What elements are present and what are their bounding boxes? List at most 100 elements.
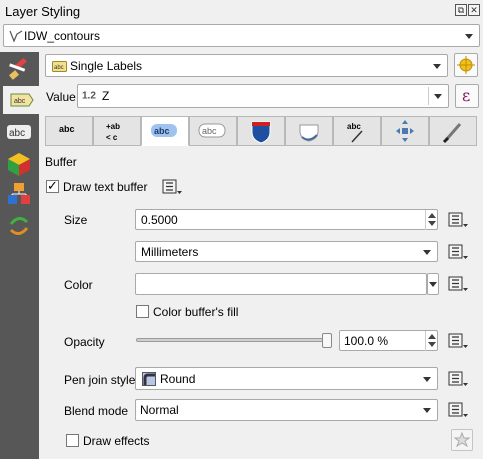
sidebar-item-masks[interactable]: abc [5, 118, 33, 146]
sidebar-item-history[interactable] [5, 212, 33, 240]
svg-text:abc: abc [14, 98, 26, 105]
effects-star-icon [453, 431, 471, 448]
blend-mode-data-defined-button[interactable] [446, 400, 470, 420]
tab-callouts[interactable]: abc [333, 116, 381, 146]
history-arrows-icon [9, 217, 29, 235]
tab-placement[interactable] [381, 116, 429, 146]
pen-join-label: Pen join style [64, 373, 136, 387]
size-data-defined-button[interactable] [446, 210, 470, 230]
chevron-down-icon [433, 63, 441, 69]
units-select[interactable]: Millimeters [135, 241, 438, 262]
panel-title: Layer Styling [5, 4, 81, 19]
color-data-defined-button[interactable] [446, 274, 470, 294]
sidebar-item-labels[interactable]: abc [3, 86, 39, 114]
opacity-spinner[interactable] [425, 331, 437, 351]
svg-text:abc: abc [54, 65, 64, 71]
units-data-defined-button[interactable] [446, 242, 470, 262]
chevron-down-icon [434, 94, 442, 99]
tab-mask[interactable]: abc [189, 116, 237, 146]
data-defined-override-icon [448, 333, 468, 348]
tab-background[interactable] [237, 116, 285, 146]
mask-label-icon: abc [7, 125, 31, 139]
sidebar-item-3d-view[interactable] [5, 150, 33, 178]
label-settings-tabs: abc +ab < c abc abc abc [45, 116, 477, 146]
size-input[interactable]: 0.5000 [135, 209, 438, 230]
data-defined-override-icon [448, 371, 468, 386]
blend-mode-select[interactable]: Normal [135, 399, 438, 421]
color-label: Color [64, 278, 93, 292]
line-layer-icon [9, 30, 23, 43]
pen-join-select[interactable]: Round [135, 367, 438, 390]
panel-titlebar: Layer Styling ⧉ ✕ [0, 0, 483, 22]
draw-text-buffer-checkbox[interactable]: ✓ [46, 178, 59, 193]
shadow-icon [299, 124, 319, 142]
layer-select[interactable]: IDW_contours [3, 24, 480, 47]
sidebar-item-symbology[interactable] [5, 56, 33, 84]
paintbrush-icon [9, 57, 27, 80]
float-panel-icon[interactable]: ⧉ [455, 4, 467, 16]
rule-based-button[interactable] [454, 53, 478, 77]
blend-mode-value: Normal [140, 403, 179, 417]
svg-text:< c: < c [106, 133, 118, 142]
draw-effects-checkbox[interactable] [66, 434, 79, 447]
cube-3d-icon [8, 153, 30, 176]
data-defined-override-icon [448, 402, 468, 417]
size-spinner[interactable] [425, 210, 437, 230]
mask-icon: abc [198, 123, 226, 138]
text-icon: abc [59, 124, 75, 134]
settings-star-icon [457, 56, 475, 74]
customize-effects-button[interactable] [451, 429, 473, 451]
spin-down-icon [428, 221, 436, 226]
spin-up-icon [428, 213, 436, 218]
color-menu-button[interactable] [427, 273, 439, 295]
value-field: Z [102, 89, 110, 103]
tab-text[interactable]: abc [45, 116, 93, 146]
renderer-select[interactable]: abc Single Labels [45, 54, 448, 77]
size-value: 0.5000 [141, 212, 178, 227]
close-panel-icon[interactable]: ✕ [468, 4, 480, 16]
opacity-slider-handle[interactable] [322, 333, 332, 348]
sidebar-item-diagrams[interactable] [5, 180, 33, 208]
highway-shield-icon [251, 121, 271, 144]
chevron-down-icon [423, 376, 431, 382]
svg-text:abc: abc [347, 122, 361, 131]
svg-text:+ab: +ab [106, 122, 120, 131]
divider [428, 87, 429, 105]
data-defined-override-icon [448, 276, 468, 291]
spin-up-icon [428, 334, 436, 339]
value-field-select[interactable]: 1.2 Z [77, 84, 449, 108]
checkmark-icon: ✓ [47, 178, 58, 193]
tab-buffer[interactable]: abc [141, 116, 189, 146]
data-defined-override-icon [162, 179, 182, 194]
opacity-slider[interactable] [136, 338, 332, 342]
draw-text-buffer-label: Draw text buffer [63, 180, 148, 194]
buffer-data-defined-button[interactable] [160, 177, 184, 197]
label-tag-icon: abc [10, 93, 34, 107]
units-value: Millimeters [141, 244, 199, 259]
numeric-type-badge: 1.2 [82, 90, 96, 102]
data-defined-override-icon [448, 212, 468, 227]
opacity-input[interactable]: 100.0 % [339, 330, 438, 351]
style-sidebar: abc abc [0, 52, 39, 459]
epsilon-icon: ε [462, 86, 471, 105]
expression-button[interactable]: ε [455, 84, 479, 108]
section-title: Buffer [45, 155, 77, 169]
layer-name: IDW_contours [24, 28, 101, 43]
color-buffer-fill-checkbox[interactable] [136, 305, 149, 318]
tab-rendering[interactable] [429, 116, 477, 146]
draw-effects-label: Draw effects [83, 434, 150, 448]
renderer-value: Single Labels [70, 58, 143, 73]
label-tag-icon: abc [52, 61, 67, 72]
chevron-down-icon [465, 33, 473, 39]
pen-join-data-defined-button[interactable] [446, 369, 470, 389]
paint-brush-icon [442, 123, 462, 144]
tab-shadow[interactable] [285, 116, 333, 146]
data-defined-override-icon [448, 244, 468, 259]
chevron-down-icon [429, 282, 437, 287]
color-button[interactable] [135, 273, 427, 295]
opacity-data-defined-button[interactable] [446, 331, 470, 351]
size-label: Size [64, 213, 88, 227]
svg-text:abc: abc [9, 128, 25, 139]
opacity-label: Opacity [64, 335, 105, 349]
tab-formatting[interactable]: +ab < c [93, 116, 141, 146]
